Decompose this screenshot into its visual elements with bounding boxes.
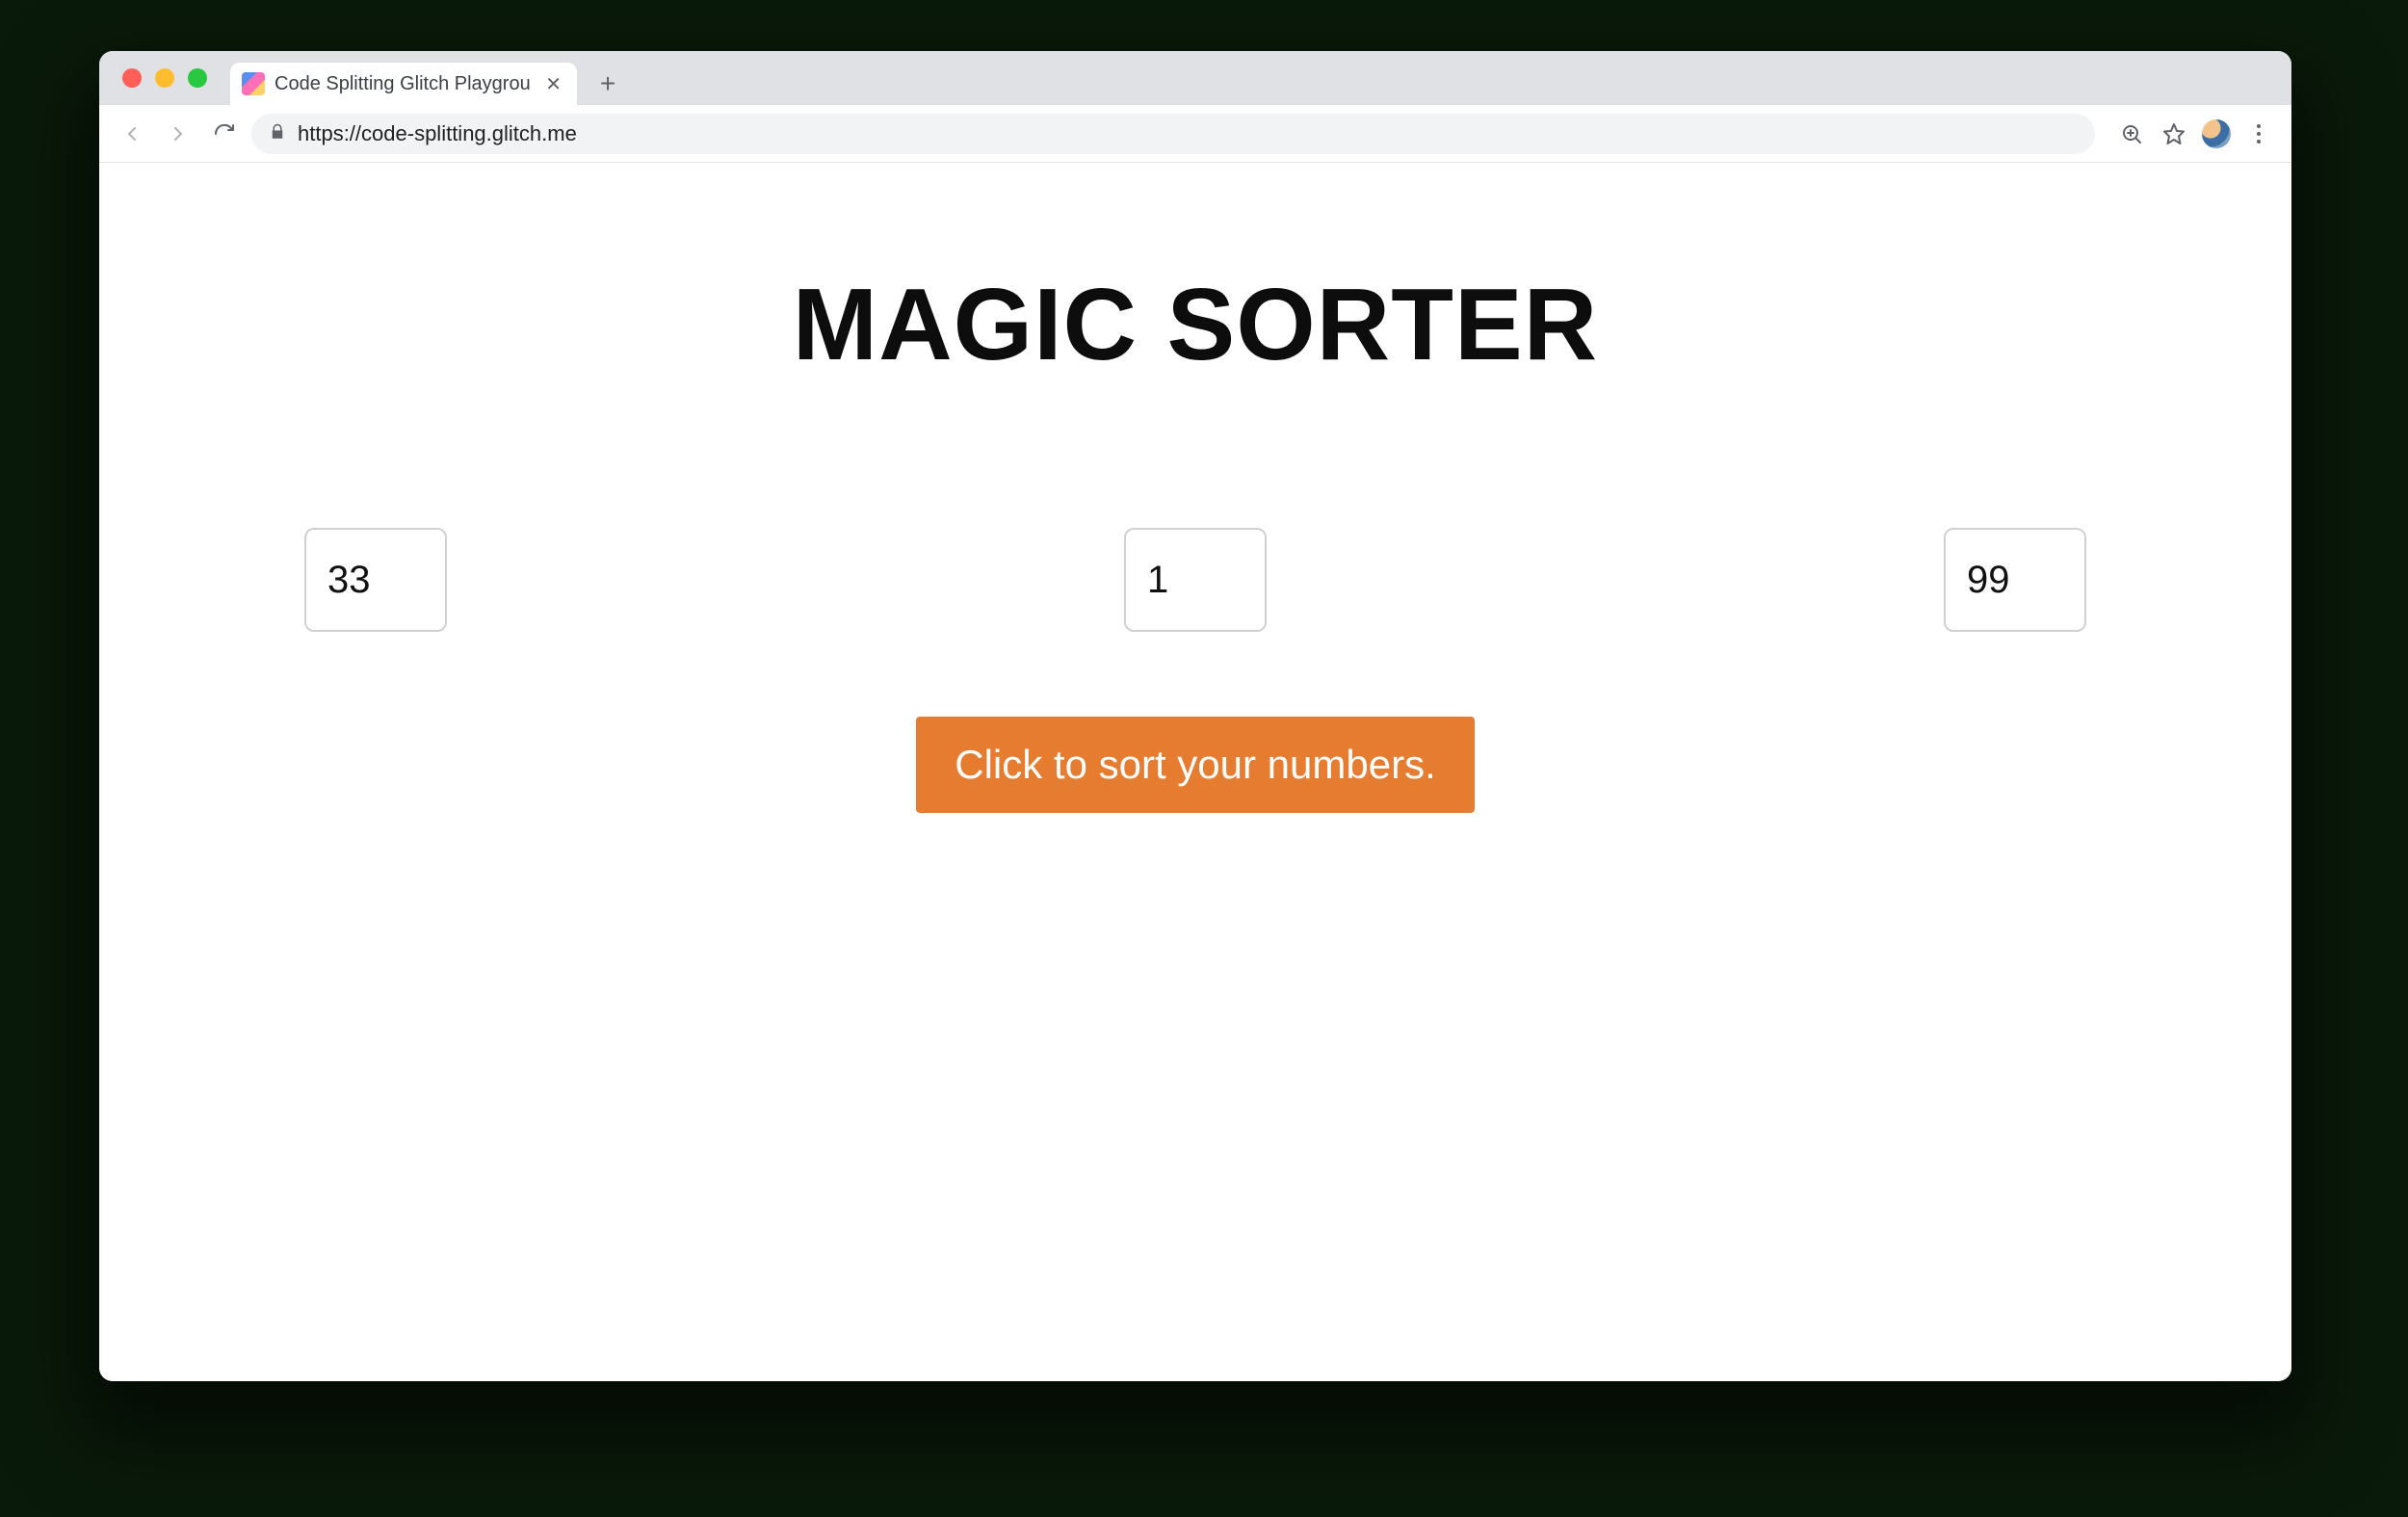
back-button[interactable] <box>113 115 151 153</box>
kebab-icon <box>2257 124 2261 144</box>
chrome-menu-button[interactable] <box>2239 115 2278 153</box>
arrow-left-icon <box>120 122 144 145</box>
lock-icon <box>269 121 286 146</box>
address-bar[interactable]: https://code-splitting.glitch.me <box>251 114 2095 154</box>
browser-window: Code Splitting Glitch Playgroun ✕ + http… <box>99 51 2291 1381</box>
star-icon <box>2162 122 2186 145</box>
page-viewport: MAGIC SORTER Click to sort your numbers. <box>99 163 2291 1381</box>
zoom-button[interactable] <box>2112 115 2151 153</box>
close-tab-icon[interactable]: ✕ <box>541 72 565 96</box>
reload-icon <box>213 122 236 145</box>
new-tab-button[interactable]: + <box>589 65 627 103</box>
number-input-3[interactable] <box>1944 528 2086 632</box>
minimize-window-button[interactable] <box>155 68 174 88</box>
profile-button[interactable] <box>2197 115 2236 153</box>
sort-button[interactable]: Click to sort your numbers. <box>916 717 1475 813</box>
avatar-icon <box>2202 119 2231 148</box>
tab-strip: Code Splitting Glitch Playgroun ✕ + <box>99 51 2291 105</box>
bookmark-button[interactable] <box>2155 115 2193 153</box>
reload-button[interactable] <box>205 115 244 153</box>
number-input-2[interactable] <box>1124 528 1267 632</box>
browser-tab[interactable]: Code Splitting Glitch Playgroun ✕ <box>230 63 577 105</box>
forward-button[interactable] <box>159 115 197 153</box>
window-controls <box>113 51 217 105</box>
page-title: MAGIC SORTER <box>793 267 1598 383</box>
arrow-right-icon <box>167 122 190 145</box>
number-inputs-row <box>304 528 2086 632</box>
tab-title: Code Splitting Glitch Playgroun <box>275 73 532 95</box>
close-window-button[interactable] <box>122 68 142 88</box>
browser-toolbar: https://code-splitting.glitch.me <box>99 105 2291 163</box>
maximize-window-button[interactable] <box>188 68 207 88</box>
number-input-1[interactable] <box>304 528 447 632</box>
tab-favicon-icon <box>242 72 265 95</box>
url-text: https://code-splitting.glitch.me <box>298 121 577 146</box>
zoom-icon <box>2120 122 2143 145</box>
